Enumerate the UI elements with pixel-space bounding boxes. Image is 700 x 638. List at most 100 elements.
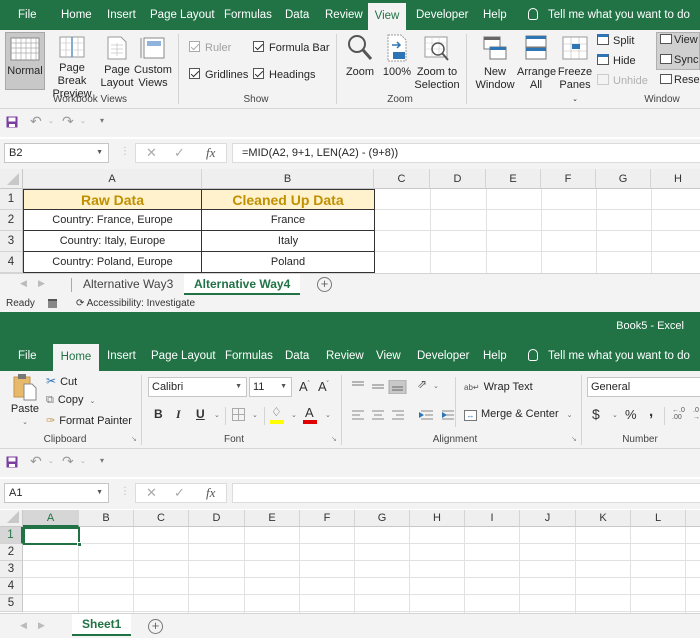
redo-dropdown-icon[interactable]: ⌄ bbox=[80, 117, 86, 125]
prev-sheet-icon[interactable]: ◀ bbox=[20, 278, 27, 289]
tab-help[interactable]: Help bbox=[477, 341, 513, 371]
hide-button[interactable]: Hide bbox=[597, 54, 636, 67]
chevron-down-icon[interactable]: ⌄ bbox=[612, 411, 618, 419]
add-sheet-button[interactable]: + bbox=[317, 277, 332, 292]
formula-bar-checkbox[interactable]: Formula Bar bbox=[253, 41, 330, 54]
fill-handle[interactable] bbox=[77, 542, 82, 547]
undo-icon[interactable]: ↶ bbox=[30, 453, 42, 470]
enter-icon[interactable]: ✓ bbox=[174, 145, 185, 161]
redo-icon[interactable]: ↷ bbox=[62, 113, 74, 130]
table-cell[interactable]: Country: Italy, Europe bbox=[23, 230, 202, 252]
increase-font-size-icon[interactable]: Aˆ bbox=[299, 379, 310, 394]
formula-input[interactable] bbox=[232, 483, 700, 503]
column-header[interactable]: J bbox=[520, 510, 576, 527]
table-cell[interactable]: Country: Poland, Europe bbox=[23, 251, 202, 273]
column-header[interactable]: I bbox=[465, 510, 520, 527]
column-header[interactable]: E bbox=[486, 169, 541, 189]
tell-me-search[interactable]: Tell me what you want to do bbox=[528, 0, 690, 30]
table-cell[interactable]: Country: France, Europe bbox=[23, 209, 202, 231]
tab-file[interactable]: File bbox=[12, 341, 43, 371]
tab-view[interactable]: View bbox=[368, 3, 406, 30]
tab-review[interactable]: Review bbox=[319, 0, 369, 30]
row-header[interactable]: 3 bbox=[0, 561, 23, 578]
chevron-down-icon[interactable]: ⌄ bbox=[291, 411, 297, 419]
tab-formulas[interactable]: Formulas bbox=[219, 341, 279, 371]
insert-function-icon[interactable]: fx bbox=[206, 145, 215, 161]
chevron-down-icon[interactable]: ⌄ bbox=[325, 411, 331, 419]
select-all-button[interactable] bbox=[0, 510, 23, 527]
column-header[interactable]: H bbox=[410, 510, 465, 527]
save-icon[interactable] bbox=[6, 116, 18, 128]
tab-formulas[interactable]: Formulas bbox=[218, 0, 278, 30]
customize-qat-icon[interactable]: ▾ bbox=[100, 456, 104, 465]
copy-button[interactable]: ⧉ Copy ⌄ bbox=[46, 394, 95, 407]
next-sheet-icon[interactable]: ▶ bbox=[38, 620, 45, 631]
table-cell[interactable]: Italy bbox=[201, 230, 375, 252]
orientation-icon[interactable]: ⇗ bbox=[417, 377, 427, 391]
view-side-by-side-button[interactable]: View bbox=[660, 34, 698, 46]
percent-button[interactable]: % bbox=[625, 407, 637, 422]
row-header[interactable]: 1 bbox=[0, 527, 23, 544]
dialog-launcher-icon[interactable]: ↘ bbox=[331, 435, 337, 443]
column-header[interactable]: K bbox=[576, 510, 631, 527]
tab-file[interactable]: File bbox=[12, 0, 43, 30]
italic-button[interactable]: I bbox=[176, 407, 181, 422]
row-header[interactable]: 3 bbox=[0, 231, 23, 252]
row-header[interactable]: 1 bbox=[0, 189, 23, 210]
column-header[interactable]: D bbox=[189, 510, 245, 527]
redo-icon[interactable]: ↷ bbox=[62, 453, 74, 470]
unhide-button[interactable]: Unhide bbox=[597, 74, 648, 87]
column-header[interactable]: B bbox=[202, 169, 374, 189]
synchronous-scrolling-button[interactable]: Sync bbox=[660, 54, 698, 66]
column-header[interactable]: L bbox=[631, 510, 686, 527]
column-header[interactable]: F bbox=[541, 169, 596, 189]
cancel-icon[interactable]: ✕ bbox=[146, 485, 157, 501]
enter-icon[interactable]: ✓ bbox=[174, 485, 185, 501]
accessibility-status[interactable]: ⟳ Accessibility: Investigate bbox=[76, 295, 195, 312]
row-header[interactable]: 4 bbox=[0, 252, 23, 273]
tab-help[interactable]: Help bbox=[477, 0, 513, 30]
table-cell[interactable]: Poland bbox=[201, 251, 375, 273]
arrange-all-button[interactable]: Arrange All bbox=[517, 34, 556, 92]
add-sheet-button[interactable]: + bbox=[148, 619, 163, 634]
normal-view-button[interactable]: Normal bbox=[5, 32, 45, 90]
undo-dropdown-icon[interactable]: ⌄ bbox=[48, 117, 54, 125]
cancel-icon[interactable]: ✕ bbox=[146, 145, 157, 161]
header-cell-cleaned-data[interactable]: Cleaned Up Data bbox=[201, 189, 375, 210]
name-box[interactable]: B2 ▼ bbox=[4, 143, 109, 163]
insert-function-icon[interactable]: fx bbox=[206, 485, 215, 501]
increase-decimal-icon[interactable]: ←.0.00 bbox=[672, 407, 685, 421]
split-button[interactable]: Split bbox=[597, 34, 634, 47]
row-header[interactable]: 5 bbox=[0, 595, 23, 612]
new-window-button[interactable]: New Window bbox=[473, 34, 517, 92]
tab-page-layout[interactable]: Page Layout bbox=[145, 341, 222, 371]
column-header[interactable]: H bbox=[651, 169, 700, 189]
row-header[interactable]: 2 bbox=[0, 210, 23, 231]
row-header[interactable]: 4 bbox=[0, 578, 23, 595]
tab-home[interactable]: Home bbox=[53, 344, 99, 371]
sheet-tab-alternative-way3[interactable]: Alternative Way3 bbox=[73, 274, 183, 295]
customize-qat-icon[interactable]: ▾ bbox=[100, 116, 104, 125]
prev-sheet-icon[interactable]: ◀ bbox=[20, 620, 27, 631]
chevron-down-icon[interactable]: ⌄ bbox=[214, 411, 220, 419]
zoom-button[interactable]: Zoom bbox=[342, 34, 378, 79]
reset-window-position-button[interactable]: Rese bbox=[660, 74, 700, 86]
redo-dropdown-icon[interactable]: ⌄ bbox=[80, 457, 86, 465]
decrease-decimal-icon[interactable]: .0 → bbox=[693, 407, 700, 421]
tab-insert[interactable]: Insert bbox=[101, 0, 142, 30]
decrease-font-size-icon[interactable]: Aˇ bbox=[318, 379, 329, 394]
undo-icon[interactable]: ↶ bbox=[30, 113, 42, 130]
tab-view[interactable]: View bbox=[370, 341, 407, 371]
formula-input[interactable]: =MID(A2, 9+1, LEN(A2) - (9+8)) bbox=[232, 143, 700, 163]
column-header[interactable]: D bbox=[430, 169, 486, 189]
tab-data[interactable]: Data bbox=[279, 0, 315, 30]
tab-developer[interactable]: Developer bbox=[410, 0, 474, 30]
chevron-down-icon[interactable]: ⌄ bbox=[252, 411, 258, 419]
tab-review[interactable]: Review bbox=[320, 341, 370, 371]
custom-views-button[interactable]: Custom Views bbox=[134, 36, 172, 90]
tab-developer[interactable]: Developer bbox=[411, 341, 475, 371]
column-header[interactable]: C bbox=[374, 169, 430, 189]
tab-data[interactable]: Data bbox=[279, 341, 315, 371]
headings-checkbox[interactable]: Headings bbox=[253, 68, 315, 81]
merge-center-button[interactable]: ↔ Merge & Center ⌄ bbox=[464, 408, 573, 421]
